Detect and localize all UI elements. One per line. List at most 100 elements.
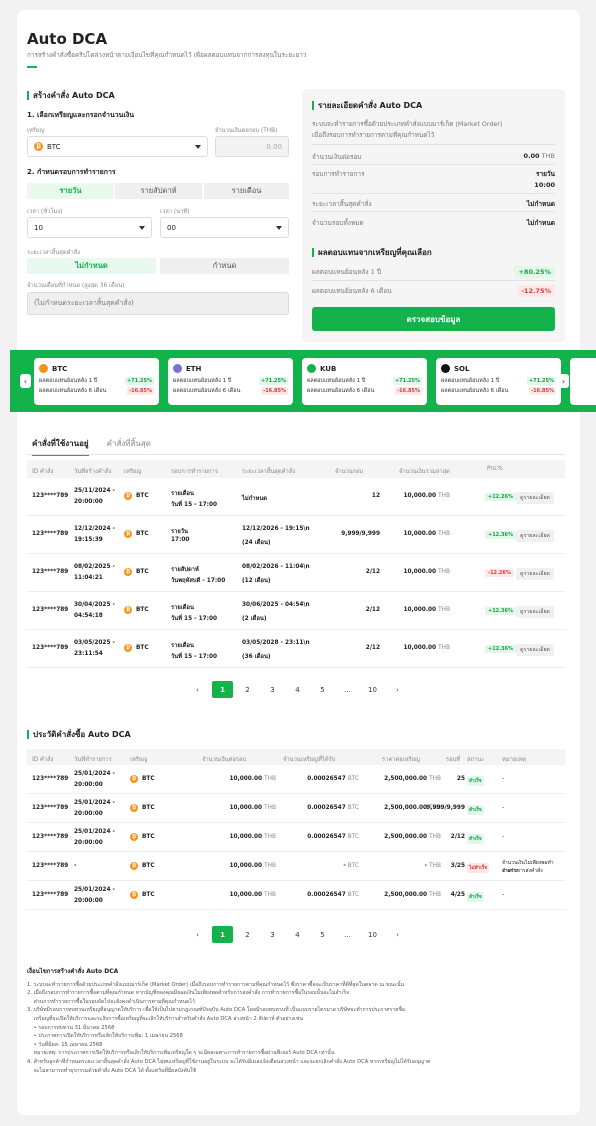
coin-name: BTC — [142, 863, 155, 869]
history-amount: 10,000.00 THB — [229, 863, 276, 869]
history-price: 2,500,000.00 THB — [384, 776, 441, 782]
hcol-amount: จำนวนเงินต่อรอบ — [202, 757, 247, 763]
history-amount-unit: THB — [264, 834, 276, 840]
view-details-button[interactable]: ดูรายละเอียด — [516, 606, 554, 618]
amount-label: จำนวนเงินต่อรอบ (THB) — [215, 128, 278, 134]
order-id: 123****789 — [32, 569, 69, 575]
history-qty: 0.00026547 BTC — [307, 834, 359, 840]
order-total-unit: THB — [438, 607, 450, 613]
order-freq: รายสัปดาห์ — [171, 567, 199, 573]
freq-daily-button[interactable]: รายวัน — [27, 183, 114, 199]
coin-card-kub[interactable]: KUB ผลตอบแทนย้อนหลัง 1 ปี +71.25% ผลตอบแทนย… — [302, 358, 427, 405]
return-1y-badge: +80.25% — [514, 266, 555, 278]
hour-select[interactable]: 10 — [27, 217, 152, 238]
months-input[interactable]: (ไม่กำหนดระยะเวลาสิ้นสุดคำสั่ง) — [27, 292, 289, 315]
table-row: 123****789 25/01/2024 - 20:00:00 ₿ BTC 10,000… — [27, 794, 565, 823]
end-set-button[interactable]: กำหนด — [160, 258, 289, 274]
history-round: 25 — [456, 776, 465, 782]
history-heading: ประวัติคำสั่งซื้อ Auto DCA — [27, 728, 131, 741]
order-end: 03/05/2028 - 23:11\n — [242, 640, 310, 646]
terms-line: • รอบการทบทวน 31 มีนาคม 2568 — [27, 1024, 115, 1031]
coin-card-btc[interactable]: BTC ผลตอบแทนย้อนหลัง 1 ปี +71.25% ผลตอบแทนย… — [34, 358, 159, 405]
return-badge: -16.85% — [261, 387, 288, 395]
history-pagination: ‹ 1 2 3 4 5... 10 › — [187, 926, 412, 943]
chevron-left-icon[interactable]: ‹ — [20, 374, 31, 388]
hcol-qty: จำนวนเหรียญที่ได้รับ — [283, 757, 336, 763]
table-row: 123****789 25/01/2024 - 20:00:00 ₿ BTC 10,000… — [27, 765, 565, 794]
order-end-duration: (2 เดือน) — [242, 616, 267, 622]
chevron-right-icon[interactable]: › — [387, 926, 408, 943]
return-badge: -16.85% — [395, 387, 422, 395]
detail-end-value: ไม่กำหนด — [526, 200, 555, 208]
history-amount: 10,000.00 THB — [229, 892, 276, 898]
return-badge: -16.85% — [529, 387, 556, 395]
chevron-left-icon[interactable]: ‹ — [187, 681, 208, 698]
btc-icon: ₿ — [124, 644, 132, 652]
history-date: 25/01/2024 - — [74, 771, 115, 777]
detail-end-label: ระยะเวลาสิ้นสุดคำสั่ง — [312, 200, 372, 208]
hour-value: 10 — [34, 223, 43, 232]
title-accent — [27, 66, 37, 68]
btc-icon: ₿ — [124, 568, 132, 576]
history-amount: 10,000.00 THB — [229, 776, 276, 782]
page-2[interactable]: 2 — [237, 681, 258, 698]
return-badge: -16.85% — [127, 387, 154, 395]
coin-return-1y: ผลตอบแทนย้อนหลัง 1 ปี +71.25% — [307, 377, 422, 385]
view-details-button[interactable]: ดูรายละเอียด — [516, 530, 554, 542]
coin-card-eth[interactable]: ETH ผลตอบแทนย้อนหลัง 1 ปี +71.25% ผลตอบแทนย… — [168, 358, 293, 405]
coin-name: BTC — [142, 805, 155, 811]
chevron-left-icon[interactable]: ‹ — [187, 926, 208, 943]
order-freq: รายเดือน — [171, 643, 194, 649]
order-date: 30/04/2025 - — [74, 602, 115, 608]
return-badge: +71.25% — [124, 377, 154, 385]
view-details-button[interactable]: ดูรายละเอียด — [516, 492, 554, 504]
page-4[interactable]: 4 — [287, 681, 308, 698]
order-freq-detail: วันที่ 15 - 17:00 — [171, 502, 218, 508]
page-1[interactable]: 1 — [212, 681, 233, 698]
minute-select[interactable]: 00 — [160, 217, 289, 238]
coin-select[interactable]: ₿ BTC — [27, 136, 208, 157]
end-none-button[interactable]: ไม่กำหนด — [27, 258, 156, 274]
col-total: จำนวนเงินรวมล่าสุด — [399, 469, 450, 475]
history-amount: 10,000.00 THB — [229, 805, 276, 811]
amount-input[interactable]: 0.00 — [215, 136, 289, 157]
page-2[interactable]: 2 — [237, 926, 258, 943]
order-total: 10,000.00 THB — [403, 569, 450, 575]
page-10[interactable]: 10 — [362, 681, 383, 698]
page-10[interactable]: 10 — [362, 926, 383, 943]
order-id: 123****789 — [32, 607, 69, 613]
review-button[interactable]: ตรวจสอบข้อมูล — [312, 307, 555, 331]
page-5[interactable]: 5 — [312, 926, 333, 943]
terms-line: ส่วนการทำรายการซื้อในรอบถัดไปจะยังคงดำเน… — [27, 998, 195, 1005]
freq-weekly-button[interactable]: รายสัปดาห์ — [115, 183, 202, 199]
order-coin: ₿ BTC — [124, 530, 149, 538]
orders-pagination: ‹ 1 2 3 4 5... 10 › — [187, 681, 412, 698]
page-5[interactable]: 5 — [312, 681, 333, 698]
page-3[interactable]: 3 — [262, 926, 283, 943]
page-1[interactable]: 1 — [212, 926, 233, 943]
history-qty-unit: BTC — [347, 834, 359, 840]
view-details-button[interactable]: ดูรายละเอียด — [516, 644, 554, 656]
coin-card-sol[interactable]: SOL ผลตอบแทนย้อนหลัง 1 ปี +71.25% ผลตอบแทนย… — [436, 358, 561, 405]
tabs-divider — [27, 454, 565, 455]
history-coin: ₿ BTC — [130, 862, 155, 870]
view-details-button[interactable]: ดูรายละเอียด — [516, 568, 554, 580]
status-badge: สำเร็จ — [467, 834, 484, 844]
page-3[interactable]: 3 — [262, 681, 283, 698]
history-price: 2,500,000.00 THB — [384, 892, 441, 898]
history-note: - — [502, 892, 505, 898]
history-coin: ₿ BTC — [130, 833, 155, 841]
order-total: 10,000.00 THB — [403, 531, 450, 537]
coin-card-partial — [570, 358, 596, 405]
freq-monthly-button[interactable]: รายเดือน — [204, 183, 289, 199]
return-label: ผลตอบแทนย้อนหลัง 1 ปี — [173, 378, 232, 384]
history-price-unit: THB — [429, 892, 441, 898]
chevron-right-icon[interactable]: › — [387, 681, 408, 698]
order-time: 04:54:18 — [74, 613, 103, 619]
col-created: วันที่สร้างคำสั่ง — [74, 469, 112, 475]
history-qty-unit: BTC — [347, 892, 359, 898]
chevron-down-icon — [195, 144, 201, 149]
chevron-right-icon[interactable]: › — [558, 374, 569, 388]
details-panel: รายละเอียดคำสั่ง Auto DCA ระบบจะทำรายการ… — [302, 89, 565, 342]
page-4[interactable]: 4 — [287, 926, 308, 943]
